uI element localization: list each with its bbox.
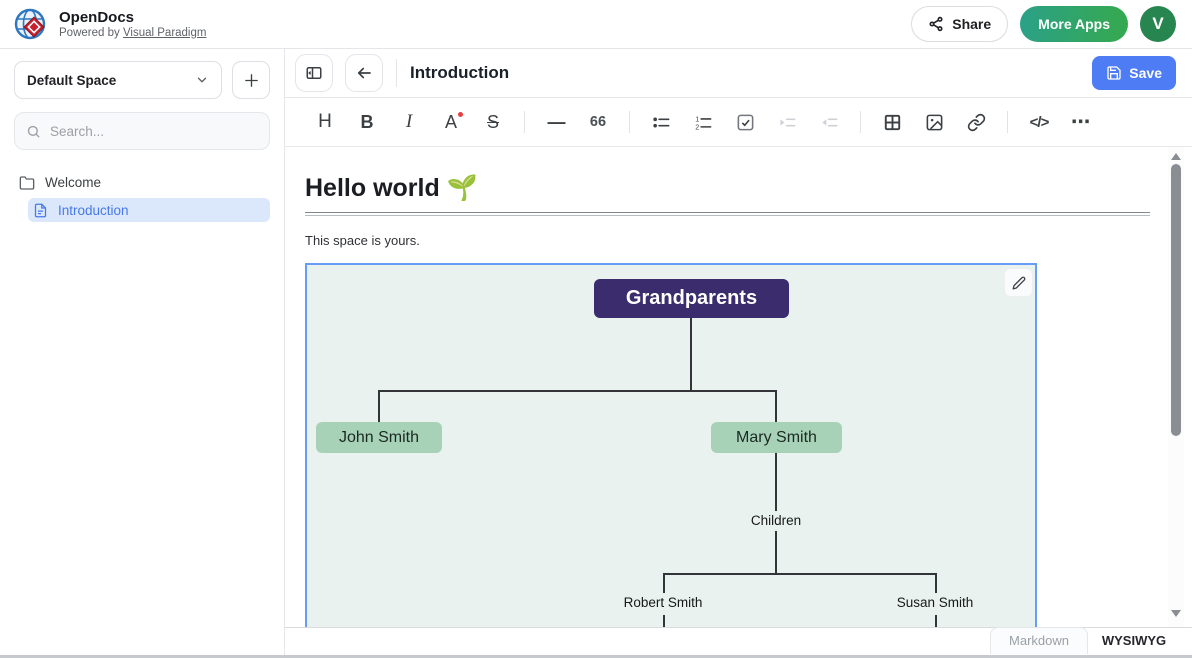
connector-line (690, 318, 692, 390)
tree-item-label: Welcome (45, 175, 101, 190)
tree-item-label: Introduction (58, 203, 129, 218)
share-label: Share (952, 16, 991, 32)
space-selector-value: Default Space (27, 73, 116, 88)
plus-icon (243, 72, 260, 89)
indent-icon (773, 108, 801, 136)
doc-heading: Hello world 🌱 (305, 174, 1150, 203)
app-title: OpenDocs (59, 9, 206, 26)
more-options-icon[interactable]: ⋯ (1067, 108, 1095, 136)
add-space-button[interactable] (232, 61, 270, 99)
outdent-icon (815, 108, 843, 136)
divider (524, 111, 525, 133)
share-button[interactable]: Share (911, 6, 1008, 42)
space-row: Default Space (14, 61, 270, 99)
scrollbar-thumb[interactable] (1171, 164, 1181, 436)
tab-wysiwyg[interactable]: WYSIWYG (1088, 628, 1180, 655)
document-tree: Welcome Introduction (14, 170, 270, 222)
edit-diagram-button[interactable] (1005, 269, 1032, 296)
body-row: Default Space (0, 49, 1192, 655)
connector-line (775, 390, 777, 422)
chevron-down-icon (195, 73, 209, 87)
powered-by: Powered by Visual Paradigm (59, 26, 206, 40)
folder-icon (19, 175, 35, 191)
horizontal-rule-icon[interactable]: — (542, 108, 570, 136)
save-button[interactable]: Save (1092, 56, 1176, 90)
connector-line (663, 615, 665, 627)
toggle-sidebar-button[interactable] (295, 54, 333, 92)
connector-line (663, 573, 937, 575)
format-toolbar: H B I A S — 66 12 (285, 98, 1192, 147)
opendocs-logo-icon (12, 5, 50, 43)
tree-item-welcome[interactable]: Welcome (14, 170, 270, 195)
search-input[interactable] (50, 124, 258, 139)
strikethrough-icon[interactable]: S (479, 108, 507, 136)
space-selector[interactable]: Default Space (14, 61, 222, 99)
share-icon (928, 16, 944, 32)
font-color-icon[interactable]: A (437, 108, 465, 136)
table-icon[interactable] (878, 108, 906, 136)
back-button[interactable] (345, 54, 383, 92)
back-arrow-icon (355, 64, 373, 82)
pencil-icon (1012, 276, 1026, 290)
connector-line (378, 390, 777, 392)
page-title: Introduction (410, 63, 509, 83)
image-icon[interactable] (920, 108, 948, 136)
header-actions: Share More Apps V (911, 6, 1176, 42)
more-apps-button[interactable]: More Apps (1020, 6, 1128, 42)
blockquote-icon[interactable]: 66 (584, 108, 612, 136)
code-block-icon[interactable]: </> (1025, 108, 1053, 136)
connector-line (378, 390, 380, 422)
search-icon (26, 124, 41, 139)
save-icon (1106, 65, 1122, 81)
scroll-up-arrow[interactable] (1171, 153, 1181, 160)
vertical-scrollbar[interactable] (1168, 147, 1184, 627)
svg-text:2: 2 (695, 123, 699, 131)
brand-text: OpenDocs Powered by Visual Paradigm (59, 9, 206, 40)
avatar[interactable]: V (1140, 6, 1176, 42)
brand: OpenDocs Powered by Visual Paradigm (12, 5, 206, 43)
diagram-node-grandparents[interactable]: Grandparents (594, 279, 789, 318)
connector-line (775, 453, 777, 511)
search-box[interactable] (14, 112, 270, 150)
link-icon[interactable] (962, 108, 990, 136)
heading-rule (305, 212, 1150, 216)
sidebar-panel-icon (305, 64, 323, 82)
save-label: Save (1129, 65, 1162, 81)
task-list-icon[interactable] (731, 108, 759, 136)
connector-line (935, 573, 937, 593)
diagram-label-susan-smith: Susan Smith (885, 595, 985, 610)
main-panel: Introduction Save H B I A S — 66 (285, 49, 1192, 655)
tree-item-introduction[interactable]: Introduction (28, 198, 270, 222)
document-icon (33, 203, 48, 218)
divider (629, 111, 630, 133)
diagram-label-robert-smith: Robert Smith (613, 595, 713, 610)
diagram-embed[interactable]: Grandparents John Smith Mary Smith Child… (305, 263, 1037, 627)
visual-paradigm-link[interactable]: Visual Paradigm (123, 27, 207, 39)
divider (1007, 111, 1008, 133)
doc-header: Introduction Save (285, 49, 1192, 98)
bold-icon[interactable]: B (353, 108, 381, 136)
tab-markdown[interactable]: Markdown (990, 627, 1088, 654)
connector-line (775, 531, 777, 573)
connector-line (663, 573, 665, 593)
svg-text:1: 1 (695, 115, 699, 123)
heading-icon[interactable]: H (311, 108, 339, 136)
app-window: OpenDocs Powered by Visual Paradigm Shar… (0, 0, 1192, 658)
diagram-node-mary-smith[interactable]: Mary Smith (711, 422, 842, 453)
divider (396, 59, 397, 87)
italic-icon[interactable]: I (395, 108, 423, 136)
diagram-label-children: Children (736, 513, 816, 528)
connector-line (935, 615, 937, 627)
divider (860, 111, 861, 133)
diagram-node-john-smith[interactable]: John Smith (316, 422, 442, 453)
bullet-list-icon[interactable] (647, 108, 675, 136)
app-header: OpenDocs Powered by Visual Paradigm Shar… (0, 0, 1192, 49)
scroll-down-arrow[interactable] (1171, 610, 1181, 617)
numbered-list-icon[interactable]: 12 (689, 108, 717, 136)
editor-content[interactable]: Hello world 🌱 This space is yours. (285, 147, 1192, 627)
doc-paragraph: This space is yours. (305, 233, 1150, 248)
powered-by-prefix: Powered by (59, 27, 123, 39)
editor-mode-bar: Markdown WYSIWYG (285, 627, 1192, 655)
sidebar: Default Space (0, 49, 285, 655)
